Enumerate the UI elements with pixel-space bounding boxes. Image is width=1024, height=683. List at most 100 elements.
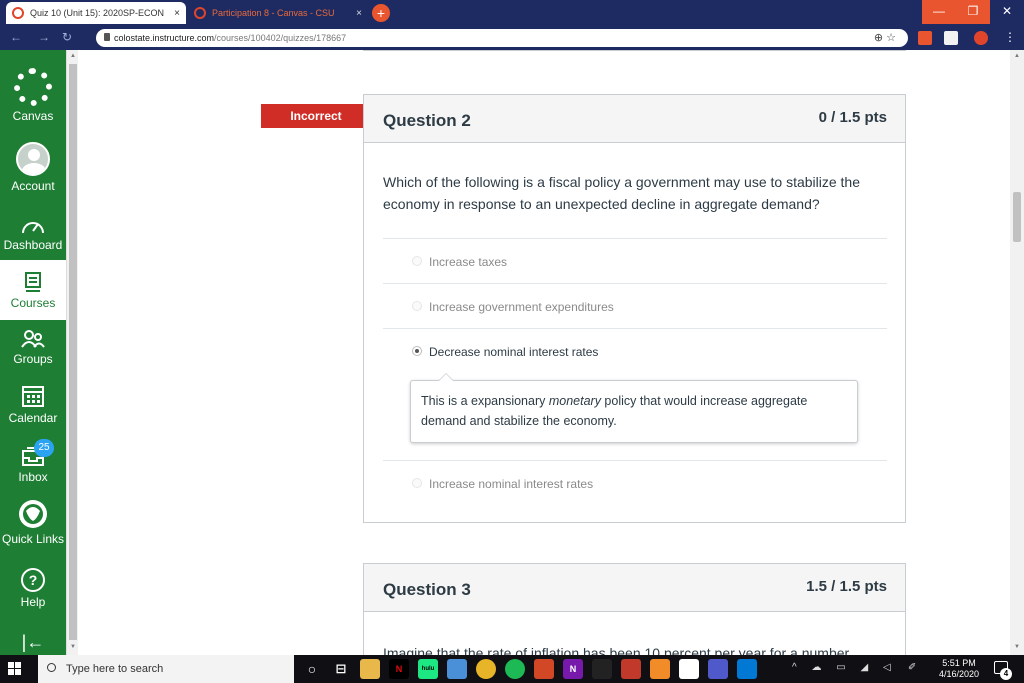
spotify-icon[interactable]: [505, 659, 525, 679]
back-arrow-icon[interactable]: ←: [10, 30, 22, 44]
previous-question-border: [363, 50, 906, 51]
hulu-icon[interactable]: hulu: [418, 659, 438, 679]
answer-radio: [412, 301, 422, 311]
file-explorer-icon[interactable]: [360, 659, 380, 679]
nav-label: Account: [11, 179, 55, 193]
ram-logo-icon: [19, 500, 47, 528]
onenote-icon[interactable]: N: [563, 659, 583, 679]
chrome-icon[interactable]: [476, 659, 496, 679]
nav-quick-links[interactable]: Quick Links: [0, 499, 66, 546]
quiz-results-content: Incorrect Question 2 0 / 1.5 pts Which o…: [78, 50, 1010, 655]
answer-comment-wrap: This is a expansionary monetary policy t…: [383, 373, 887, 460]
window-controls: — ❐ ✕: [922, 0, 1024, 24]
windows-start-icon[interactable]: [8, 662, 21, 675]
browser-tab-quiz[interactable]: Quiz 10 (Unit 15): 2020SP-ECON ×: [6, 2, 186, 24]
tab-title: Quiz 10 (Unit 15): 2020SP-ECON: [30, 8, 165, 18]
app-icon[interactable]: [621, 659, 641, 679]
scroll-up-arrow-icon: ▲: [70, 53, 76, 59]
nav-help[interactable]: ? Help: [0, 568, 66, 609]
app-icon[interactable]: [650, 659, 670, 679]
scroll-thumb[interactable]: [69, 64, 77, 640]
browser-tab-participation[interactable]: Participation 8 - Canvas - CSU ×: [188, 2, 368, 24]
close-tab-icon[interactable]: ×: [356, 8, 362, 19]
browser-toolbar: ← → ↻ colostate.instructure.com/courses/…: [0, 26, 1024, 50]
question-title: Question 2: [383, 111, 471, 130]
extension-icon[interactable]: [918, 31, 932, 45]
maximize-button[interactable]: ❐: [956, 0, 990, 24]
answer-radio-selected: [412, 346, 422, 356]
canvas-favicon-icon: [12, 7, 24, 19]
nav-label: Groups: [13, 352, 53, 366]
app-icon[interactable]: [679, 659, 699, 679]
pen-icon[interactable]: ✐: [908, 662, 916, 673]
nav-calendar[interactable]: Calendar: [0, 384, 66, 425]
nav-account[interactable]: Account: [0, 142, 66, 193]
nav-label: Help: [20, 595, 46, 609]
help-icon: ?: [21, 568, 45, 592]
netflix-icon[interactable]: N: [389, 659, 409, 679]
close-window-button[interactable]: ✕: [990, 0, 1024, 24]
address-bar[interactable]: colostate.instructure.com/courses/100402…: [96, 29, 908, 47]
menu-icon[interactable]: ⋮: [1004, 30, 1016, 44]
clock-time: 5:51 PM: [942, 658, 976, 668]
answer-radio: [412, 478, 422, 488]
nav-label: Dashboard: [3, 238, 63, 252]
answer-list: Increase taxes Increase government expen…: [383, 238, 887, 505]
minimize-button[interactable]: —: [922, 0, 956, 24]
question-header: Question 3 1.5 / 1.5 pts: [364, 564, 905, 612]
task-view-icon[interactable]: ⊟: [331, 659, 351, 679]
question-points: 0 / 1.5 pts: [818, 109, 887, 126]
notification-count: 4: [1000, 668, 1012, 680]
collapse-nav-icon[interactable]: |←: [0, 632, 66, 653]
taskbar-search-input[interactable]: Type here to search: [38, 655, 294, 683]
scroll-thumb[interactable]: [1013, 192, 1021, 242]
office-icon[interactable]: [534, 659, 554, 679]
close-tab-icon[interactable]: ×: [174, 8, 180, 19]
question-title: Question 3: [383, 580, 471, 599]
nav-label: Quick Links: [1, 532, 65, 546]
page-scrollbar[interactable]: ▲ ▼: [1010, 50, 1024, 655]
answer-radio: [412, 256, 422, 266]
comment-emphasis: monetary: [548, 394, 601, 408]
question-text: Which of the following is a fiscal polic…: [383, 174, 861, 212]
question-2: Question 2 0 / 1.5 pts Which of the foll…: [363, 94, 906, 523]
reload-icon[interactable]: ↻: [62, 30, 72, 44]
nav-groups[interactable]: Groups: [0, 329, 66, 366]
mail-icon[interactable]: [737, 659, 757, 679]
forward-arrow-icon[interactable]: →: [38, 30, 50, 44]
courses-icon: [25, 272, 41, 292]
nav-canvas[interactable]: Canvas: [0, 68, 66, 123]
taskbar-clock[interactable]: 5:51 PM 4/16/2020: [930, 658, 988, 680]
cortana-icon[interactable]: ○: [302, 659, 322, 679]
groups-icon: [21, 330, 45, 348]
profile-icon[interactable]: [974, 31, 988, 45]
answer-label: Increase government expenditures: [429, 300, 614, 314]
incorrect-flag: Incorrect: [261, 104, 383, 128]
zoom-and-bookmark-icons[interactable]: ⊕ ☆: [874, 31, 896, 44]
extension-icon[interactable]: [944, 31, 958, 45]
teams-icon[interactable]: [708, 659, 728, 679]
comment-text: This is a expansionary: [421, 394, 549, 408]
nav-inbox[interactable]: 25 Inbox: [0, 439, 66, 484]
new-tab-button[interactable]: +: [372, 4, 390, 22]
solitaire-icon[interactable]: [592, 659, 612, 679]
lock-icon: [104, 33, 110, 41]
tab-title: Participation 8 - Canvas - CSU: [212, 8, 335, 18]
dashboard-icon: [22, 222, 44, 234]
url-path: /courses/100402/quizzes/178667: [214, 33, 347, 43]
scroll-down-arrow-icon: ▼: [1014, 644, 1020, 650]
sidebar-scrollbar[interactable]: ▲ ▼: [66, 50, 78, 655]
calendar-icon: [22, 386, 44, 407]
photos-icon[interactable]: [447, 659, 467, 679]
question-points: 1.5 / 1.5 pts: [806, 578, 887, 595]
taskbar-pinned-apps: ○ ⊟ N hulu N: [302, 659, 766, 679]
inbox-badge: 25: [34, 439, 54, 457]
nav-courses[interactable]: Courses: [0, 260, 66, 320]
nav-dashboard[interactable]: Dashboard: [0, 217, 66, 252]
url-host: colostate.instructure.com: [114, 33, 215, 43]
answer-label: Increase taxes: [429, 255, 508, 269]
answer-label: Decrease nominal interest rates: [429, 345, 599, 359]
browser-tab-bar: Quiz 10 (Unit 15): 2020SP-ECON × Partici…: [0, 0, 1024, 26]
clock-date: 4/16/2020: [938, 669, 980, 679]
system-tray-icons[interactable]: ^ ☁ ▭ ◢ ◁: [792, 662, 897, 673]
